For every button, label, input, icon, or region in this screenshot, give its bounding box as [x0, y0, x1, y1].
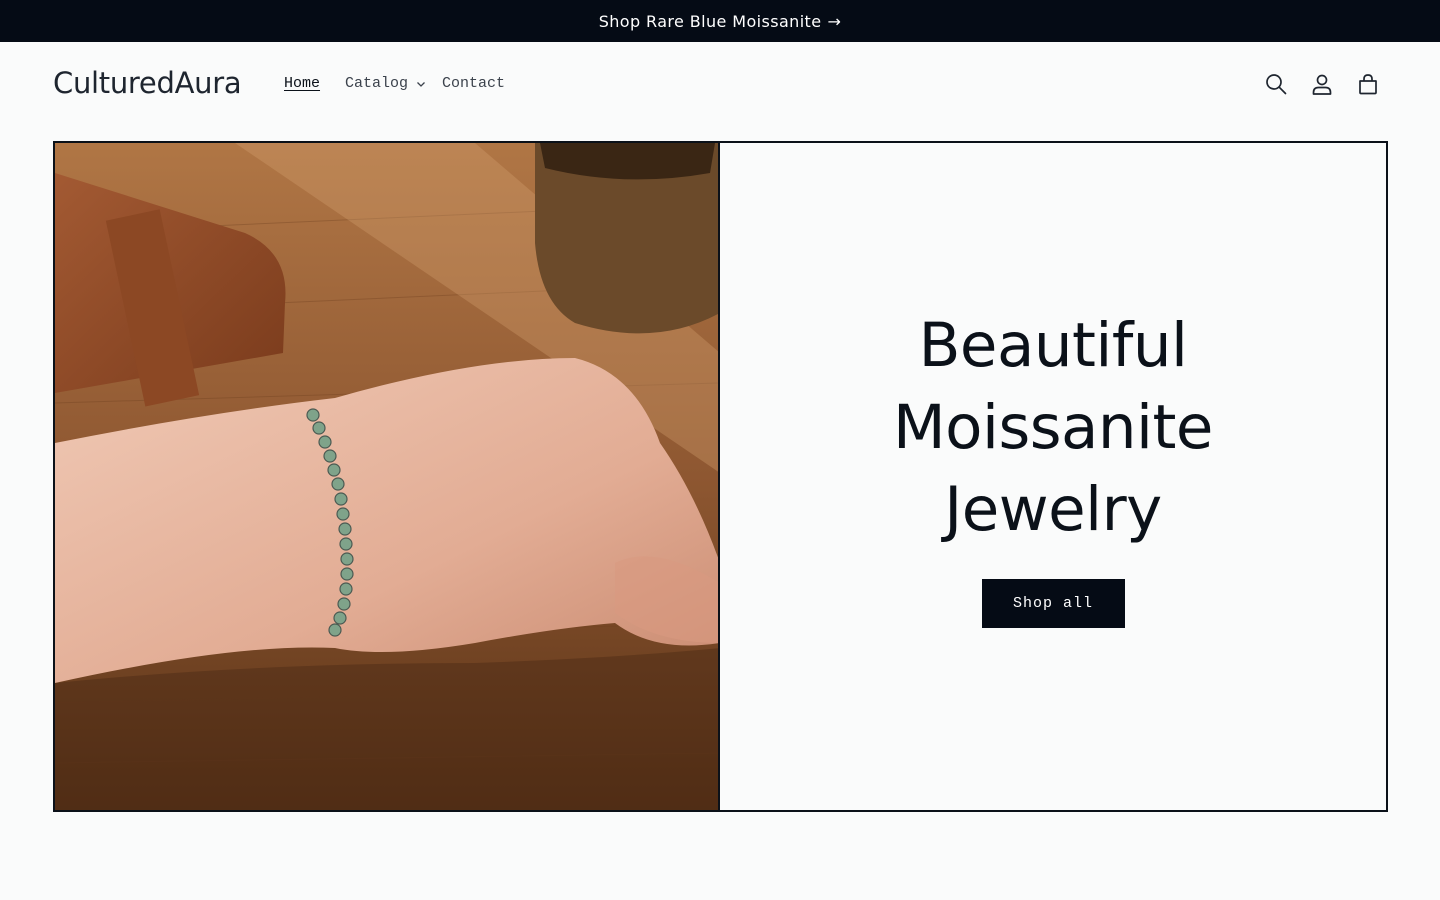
hero-title: Beautiful Moissanite Jewelry — [893, 310, 1213, 545]
account-icon — [1312, 74, 1332, 95]
site-logo[interactable]: CulturedAura — [53, 66, 242, 100]
search-button[interactable] — [1264, 72, 1288, 96]
nav-item-catalog-label: Catalog — [345, 75, 409, 92]
chevron-down-icon — [417, 81, 425, 87]
announcement-bar: Shop Rare Blue Moissanite → — [0, 0, 1440, 42]
nav-item-contact[interactable]: Contact — [442, 75, 505, 92]
shop-all-button[interactable]: Shop all — [981, 579, 1125, 628]
bracelet-photo — [55, 143, 718, 810]
hero-image — [55, 143, 720, 810]
search-icon — [1266, 74, 1287, 95]
cart-button[interactable] — [1356, 72, 1380, 96]
nav-item-catalog[interactable]: Catalog — [345, 75, 426, 92]
arrow-right-icon: → — [827, 11, 842, 31]
main-nav: Home Catalog Contact — [284, 75, 505, 92]
site-header: CulturedAura Home Catalog Contact — [0, 42, 1440, 128]
announcement-link[interactable]: Shop Rare Blue Moissanite → — [599, 12, 842, 31]
hero-section: Beautiful Moissanite Jewelry Shop all — [53, 141, 1388, 812]
nav-item-home[interactable]: Home — [284, 75, 320, 92]
account-button[interactable] — [1310, 72, 1334, 96]
cart-icon — [1359, 74, 1377, 95]
hero-content: Beautiful Moissanite Jewelry Shop all — [720, 143, 1386, 810]
announcement-text: Shop Rare Blue Moissanite — [598, 11, 822, 31]
header-icons — [1264, 72, 1380, 96]
